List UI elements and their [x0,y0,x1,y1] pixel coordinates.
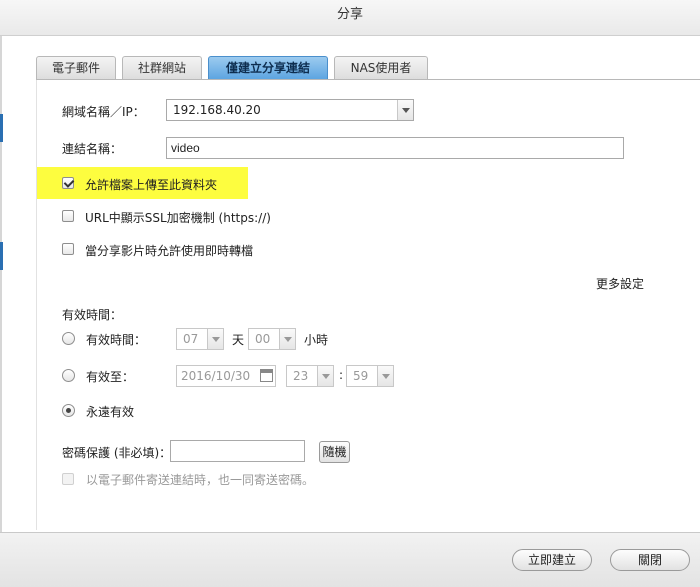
random-button[interactable]: 隨機 [319,441,350,463]
more-settings-link[interactable]: 更多設定 [596,275,644,292]
calendar-icon[interactable] [260,369,273,382]
valid-until-label: 有效至： [86,370,135,384]
send-password-label: 以電子郵件寄送連結時，也一同寄送密碼。 [86,473,315,487]
transcode-checkbox[interactable] [62,243,74,255]
transcode-label: 當分享影片時允許使用即時轉檔 [85,244,254,258]
forever-radio[interactable] [62,404,75,417]
tab-nas-user[interactable]: NAS使用者 [334,56,428,80]
hours-unit: 小時 [304,333,329,347]
chevron-down-icon[interactable] [397,100,413,120]
close-button[interactable]: 關閉 [610,549,690,571]
days-unit: 天 [232,333,245,347]
edge-marker [0,242,3,270]
allow-upload-checkbox[interactable] [62,177,74,189]
until-hour-value: 23 [293,369,309,383]
days-value: 07 [183,332,199,346]
create-now-button[interactable]: 立即建立 [512,549,592,571]
link-name-label: 連結名稱： [62,142,123,156]
domain-select[interactable]: 192.168.40.20 [166,99,414,121]
until-minute-value: 59 [353,369,369,383]
date-value: 2016/10/30 [181,369,251,383]
hours-select[interactable]: 00 [248,328,296,350]
until-hour-select[interactable]: 23 [286,365,334,387]
valid-until-radio[interactable] [62,369,75,382]
validity-duration-radio[interactable] [62,332,75,345]
chevron-down-icon[interactable] [207,329,223,349]
tab-link-only[interactable]: 僅建立分享連結 [208,56,328,80]
share-dialog: 分享 電子郵件 社群網站 僅建立分享連結 NAS使用者 網域名稱／IP： 192… [0,0,700,587]
ssl-label: URL中顯示SSL加密機制 (https://) [85,211,271,225]
forever-label: 永遠有效 [86,405,135,419]
until-minute-select[interactable]: 59 [346,365,394,387]
chevron-down-icon[interactable] [377,366,393,386]
dialog-title: 分享 [0,0,700,36]
link-name-input[interactable] [166,137,624,159]
time-separator: : [339,368,344,382]
ssl-checkbox[interactable] [62,210,74,222]
dialog-footer: 立即建立 關閉 [0,532,700,587]
send-password-checkbox[interactable] [62,473,74,485]
validity-heading: 有效時間： [62,308,123,322]
chevron-down-icon[interactable] [279,329,295,349]
password-label: 密碼保護 (非必填)： [62,446,172,460]
hours-value: 00 [255,332,271,346]
chevron-down-icon[interactable] [317,366,333,386]
domain-value: 192.168.40.20 [173,103,261,117]
tab-divider [36,79,700,80]
tab-email[interactable]: 電子郵件 [36,56,116,80]
domain-label: 網域名稱／IP： [62,105,145,119]
tab-social[interactable]: 社群網站 [122,56,202,80]
allow-upload-label: 允許檔案上傳至此資料夾 [85,178,218,192]
validity-duration-label: 有效時間： [86,333,147,347]
left-edge [0,36,2,536]
password-input[interactable] [170,440,305,462]
days-select[interactable]: 07 [176,328,224,350]
edge-marker [0,114,3,142]
date-input[interactable]: 2016/10/30 [176,365,276,387]
content-border [36,80,37,530]
